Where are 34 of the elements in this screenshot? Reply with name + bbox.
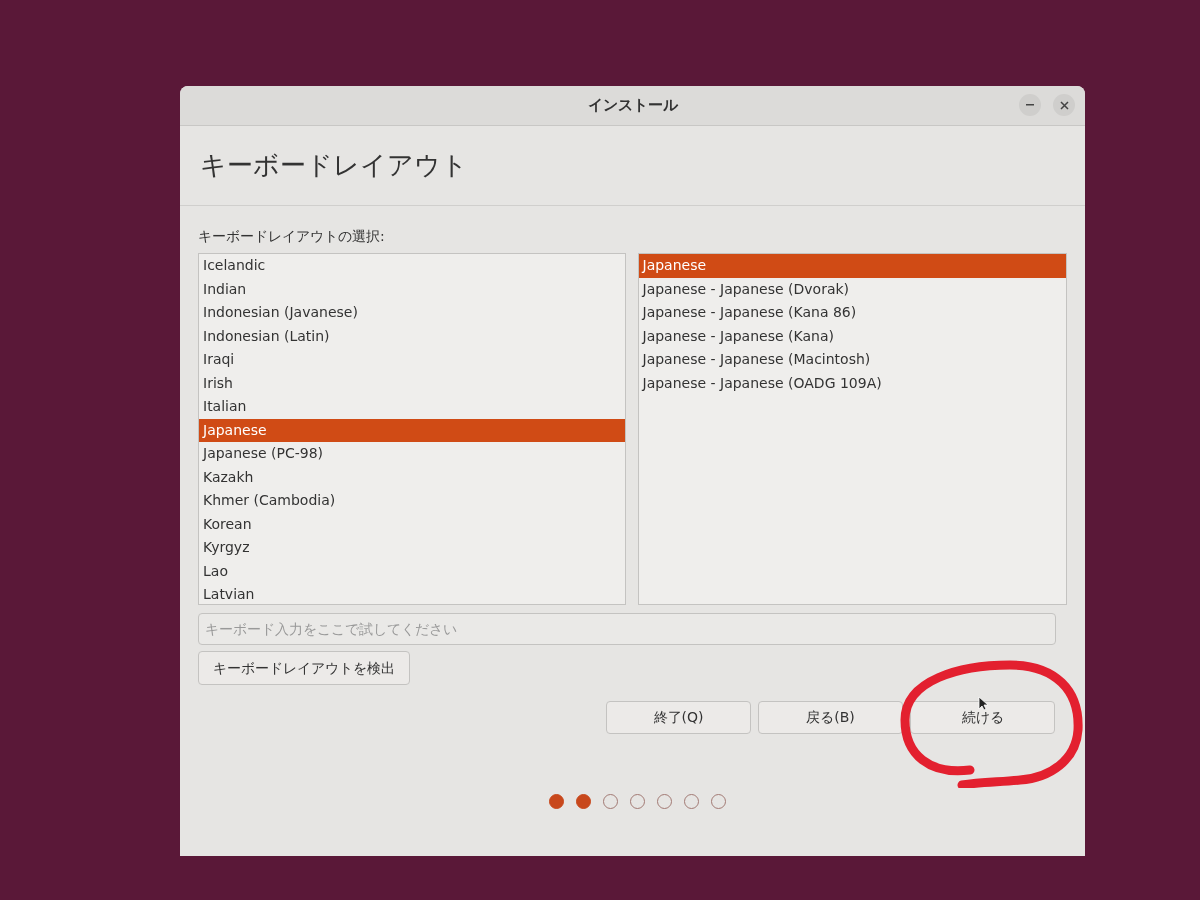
list-item[interactable]: Khmer (Cambodia) — [199, 489, 625, 513]
dialog-button[interactable]: 続ける — [910, 701, 1055, 734]
list-item[interactable]: Indian — [199, 277, 625, 301]
list-item[interactable]: Japanese - Japanese (Kana) — [638, 324, 1066, 348]
list-item[interactable]: Kyrgyz — [199, 536, 625, 560]
list-item[interactable]: Japanese - Japanese (OADG 109A) — [638, 371, 1066, 395]
layout-label: キーボードレイアウトの選択: — [198, 227, 386, 246]
window-title: インストール — [587, 95, 678, 117]
list-item[interactable]: Japanese - Japanese (Dvorak) — [638, 277, 1066, 301]
minimize-icon — [1026, 104, 1034, 106]
dialog-button[interactable]: 戻る(B) — [758, 701, 903, 734]
mouse-cursor-icon — [978, 696, 988, 711]
list-item[interactable]: Italian — [199, 395, 625, 419]
list-item[interactable]: Korean — [199, 512, 625, 536]
list-item[interactable]: Japanese — [199, 418, 625, 442]
list-item[interactable]: Kazakh — [199, 465, 625, 489]
list-item[interactable]: Japanese - Japanese (Macintosh) — [638, 348, 1066, 372]
list-item[interactable]: Indonesian (Latin) — [199, 324, 625, 348]
close-button[interactable] — [1053, 94, 1075, 116]
list-item[interactable]: Latvian — [199, 583, 625, 607]
list-item[interactable]: Indonesian (Javanese) — [199, 301, 625, 325]
list-item[interactable]: Japanese (PC-98) — [199, 442, 625, 466]
detect-layout-button[interactable]: キーボードレイアウトを検出 — [198, 651, 410, 685]
list-item[interactable]: Iraqi — [199, 348, 625, 372]
dialog-button[interactable]: 終了(Q) — [606, 701, 751, 734]
list-item[interactable]: Irish — [199, 371, 625, 395]
list-item[interactable]: Japanese — [638, 254, 1066, 278]
list-item[interactable]: Japanese - Japanese (Kana 86) — [638, 301, 1066, 325]
test-input-field[interactable]: キーボード入力をここで試してください — [198, 613, 1056, 645]
close-icon — [1059, 100, 1069, 110]
page-heading: キーボードレイアウト — [200, 149, 468, 182]
list-item[interactable]: Icelandic — [199, 254, 625, 278]
minimize-button[interactable] — [1019, 94, 1041, 116]
list-item[interactable]: Lao — [199, 559, 625, 583]
